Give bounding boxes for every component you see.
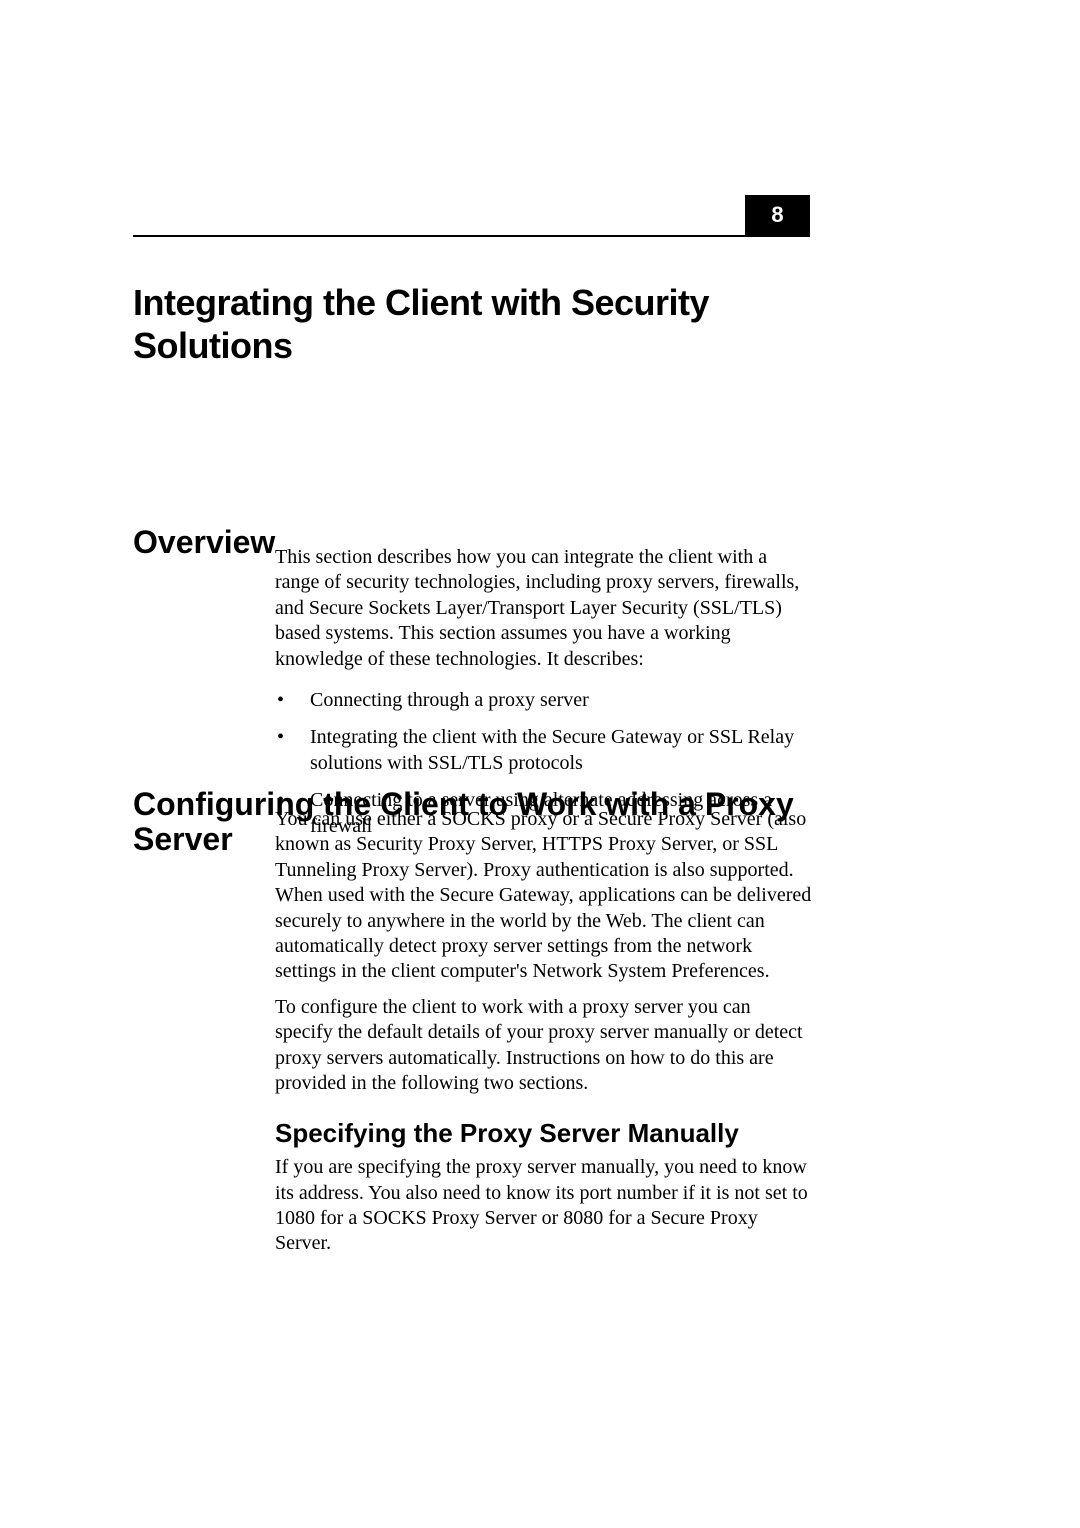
overview-heading: Overview bbox=[133, 525, 275, 560]
document-page: 8 Integrating the Client with Security S… bbox=[0, 0, 1080, 1528]
chapter-title: Integrating the Client with Security Sol… bbox=[133, 282, 810, 367]
list-item: Connecting through a proxy server bbox=[275, 688, 812, 713]
config-paragraph-2: To configure the client to work with a p… bbox=[275, 995, 812, 1097]
list-item: Integrating the client with the Secure G… bbox=[275, 725, 812, 776]
header-divider bbox=[133, 235, 810, 237]
config-paragraph-1: You can use either a SOCKS proxy or a Se… bbox=[275, 807, 812, 985]
specifying-subheading: Specifying the Proxy Server Manually bbox=[275, 1118, 812, 1149]
chapter-number-badge: 8 bbox=[745, 195, 810, 235]
specifying-paragraph: If you are specifying the proxy server m… bbox=[275, 1155, 812, 1257]
configuring-body: You can use either a SOCKS proxy or a Se… bbox=[275, 807, 812, 1257]
overview-intro: This section describes how you can integ… bbox=[275, 545, 812, 672]
